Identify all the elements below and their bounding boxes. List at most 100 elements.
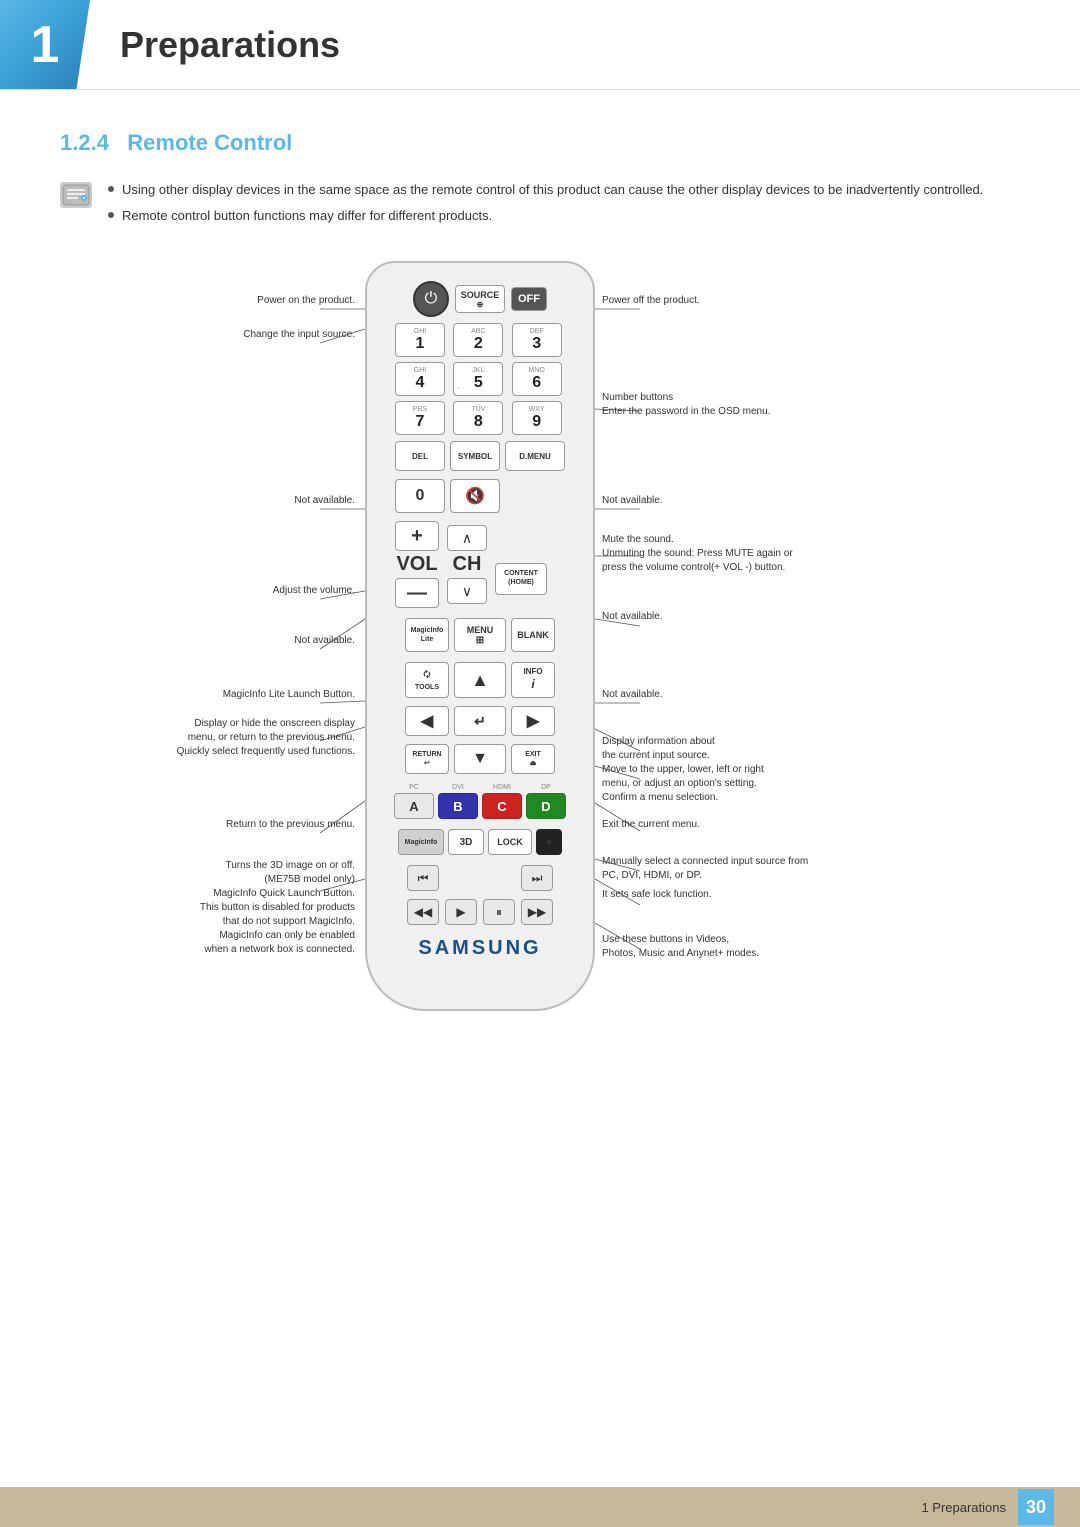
ann-left-not-avail1: Not available.: [150, 495, 355, 506]
btn-b-button[interactable]: B: [438, 793, 478, 819]
abcd-buttons: A B C D: [394, 793, 566, 819]
ann-right-mute: Mute the sound.Unmuting the sound: Press…: [602, 533, 932, 575]
ch-up-button[interactable]: ∧: [447, 525, 487, 551]
note-block: Using other display devices in the same …: [60, 180, 1020, 231]
abcd-section: PC DVI HDMI DP A B C D: [394, 784, 566, 819]
down-arrow-button[interactable]: ▼: [454, 744, 506, 774]
ann-left-power-on: Power on the product.: [150, 295, 355, 306]
ann-left-menu: Display or hide the onscreen displaymenu…: [150, 717, 355, 759]
ch-label: CH: [453, 553, 482, 576]
ok-button[interactable]: ↵: [454, 706, 506, 736]
media-ff-button[interactable]: ▶▶: [521, 899, 553, 925]
ann-right-numbtns: Number buttonsEnter the password in the …: [602, 391, 932, 419]
label-dvi: DVI: [438, 784, 478, 791]
ann-right-not-avail3: Not available.: [602, 689, 932, 700]
btn-3d-button[interactable]: 3D: [448, 829, 484, 855]
ann-left-vol: Adjust the volume.: [150, 585, 355, 596]
num-9-button[interactable]: WXY9: [512, 401, 562, 435]
vol-ch-area: + VOL — ∧ CH ∨ CONTENT(HOME): [395, 521, 565, 608]
magicinfo-quick-button[interactable]: MagicInfo: [398, 829, 444, 855]
ann-right-not-avail2: Not available.: [602, 611, 932, 622]
right-arrow-button[interactable]: ▶: [511, 706, 555, 736]
info-button[interactable]: INFOi: [511, 662, 555, 698]
menu-button[interactable]: MENU ⊞: [454, 618, 506, 652]
media-pause-button[interactable]: ⏸: [483, 899, 515, 925]
media-row-2: ◀◀ ▶ ⏸ ▶▶: [381, 899, 579, 925]
num-1-button[interactable]: GHI1: [395, 323, 445, 357]
label-hdmi: HDMI: [482, 784, 522, 791]
return-row: RETURN↩ ▼ EXIT⏏: [381, 744, 579, 774]
num-4-button[interactable]: GHI4: [395, 362, 445, 396]
ch-down-button[interactable]: ∨: [447, 578, 487, 604]
ann-right-info: Display information aboutthe current inp…: [602, 735, 932, 763]
bullet-dot-1: [108, 186, 114, 192]
section-title: 1.2.4 Remote Control: [60, 130, 1020, 156]
ann-left-3d: Turns the 3D image on or off.(ME75B mode…: [150, 859, 355, 957]
ann-left-magicinfo: MagicInfo Lite Launch Button.: [150, 689, 355, 700]
special-row: DEL SYMBOL D.MENU: [395, 441, 565, 471]
num-5-button[interactable]: JKL5·: [453, 362, 503, 396]
note-item-2: Remote control button functions may diff…: [108, 206, 1020, 226]
btn-d-button[interactable]: D: [526, 793, 566, 819]
num-2-button[interactable]: ABC2: [453, 323, 503, 357]
dmenu-button[interactable]: D.MENU: [505, 441, 565, 471]
btn-a-button[interactable]: A: [394, 793, 434, 819]
lock-button[interactable]: LOCK: [488, 829, 532, 855]
tools-row: 🗘 TOOLS ▲ INFOi: [381, 662, 579, 698]
media-play-button[interactable]: ▶: [445, 899, 477, 925]
samsung-logo: SAMSUNG: [418, 937, 541, 960]
ann-left-return: Return to the previous menu.: [150, 819, 355, 830]
section-number: 1.2.4: [60, 130, 109, 155]
media-rewind-button[interactable]: ◀◀: [407, 899, 439, 925]
lock-row: MagicInfo 3D LOCK ■: [381, 829, 579, 855]
footer-section-label: 1 Preparations: [921, 1500, 1006, 1515]
note-text-2: Remote control button functions may diff…: [122, 206, 492, 226]
section-title-text: Remote Control: [127, 130, 292, 155]
media-spacer2: [483, 865, 515, 891]
note-text-1: Using other display devices in the same …: [122, 180, 983, 200]
vol-down-button[interactable]: —: [395, 578, 439, 608]
vol-up-button[interactable]: +: [395, 521, 439, 551]
num-6-button[interactable]: MNO6: [512, 362, 562, 396]
ann-right-power-off: Power off the product.: [602, 295, 932, 306]
diagram-inner: Power on the product. Change the input s…: [150, 251, 930, 1071]
black-button[interactable]: ■: [536, 829, 562, 855]
nav-lr-row: ◀ ↵ ▶: [381, 706, 579, 736]
tools-button[interactable]: 🗘 TOOLS: [405, 662, 449, 698]
blank-button[interactable]: BLANK: [511, 618, 555, 652]
chapter-number: 1: [0, 0, 90, 89]
note-icon: [60, 182, 92, 208]
diagram-area: Power on the product. Change the input s…: [60, 251, 1020, 1071]
del-button[interactable]: DEL: [395, 441, 445, 471]
magicinfo-lite-button[interactable]: MagicInfoLite: [405, 618, 449, 652]
ann-right-abcd: Manually select a connected input source…: [602, 855, 932, 883]
source-button[interactable]: SOURCE ⊕: [455, 285, 505, 313]
num-3-button[interactable]: DEF3: [512, 323, 562, 357]
remote-row-power: ⏻ SOURCE ⊕ OFF: [381, 281, 579, 317]
symbol-button[interactable]: SYMBOL: [450, 441, 500, 471]
media-prev-button[interactable]: ⏮: [407, 865, 439, 891]
power-on-button[interactable]: ⏻: [413, 281, 449, 317]
btn-c-button[interactable]: C: [482, 793, 522, 819]
left-arrow-button[interactable]: ◀: [405, 706, 449, 736]
num-8-button[interactable]: TUV8: [453, 401, 503, 435]
zero-mute-row: 0 🔇: [395, 479, 565, 513]
ann-left-not-avail2: Not available.: [150, 635, 355, 646]
num-7-button[interactable]: PRS7: [395, 401, 445, 435]
media-next-button[interactable]: ⏭: [521, 865, 553, 891]
power-off-button[interactable]: OFF: [511, 287, 547, 311]
label-dp: DP: [526, 784, 566, 791]
exit-button[interactable]: EXIT⏏: [511, 744, 555, 774]
page-footer: 1 Preparations 30: [0, 1487, 1080, 1527]
mute-button[interactable]: 🔇: [450, 479, 500, 513]
ann-right-lock: It sets safe lock function.: [602, 889, 932, 900]
label-pc: PC: [394, 784, 434, 791]
return-button[interactable]: RETURN↩: [405, 744, 449, 774]
chapter-title: Preparations: [90, 0, 340, 89]
up-arrow-button[interactable]: ▲: [454, 662, 506, 698]
num-0-button[interactable]: 0: [395, 479, 445, 513]
ann-left-input: Change the input source.: [150, 329, 355, 340]
main-content: 1.2.4 Remote Control Using other display…: [0, 90, 1080, 1111]
vol-label: VOL: [396, 553, 437, 576]
content-home-button[interactable]: CONTENT(HOME): [495, 563, 547, 595]
